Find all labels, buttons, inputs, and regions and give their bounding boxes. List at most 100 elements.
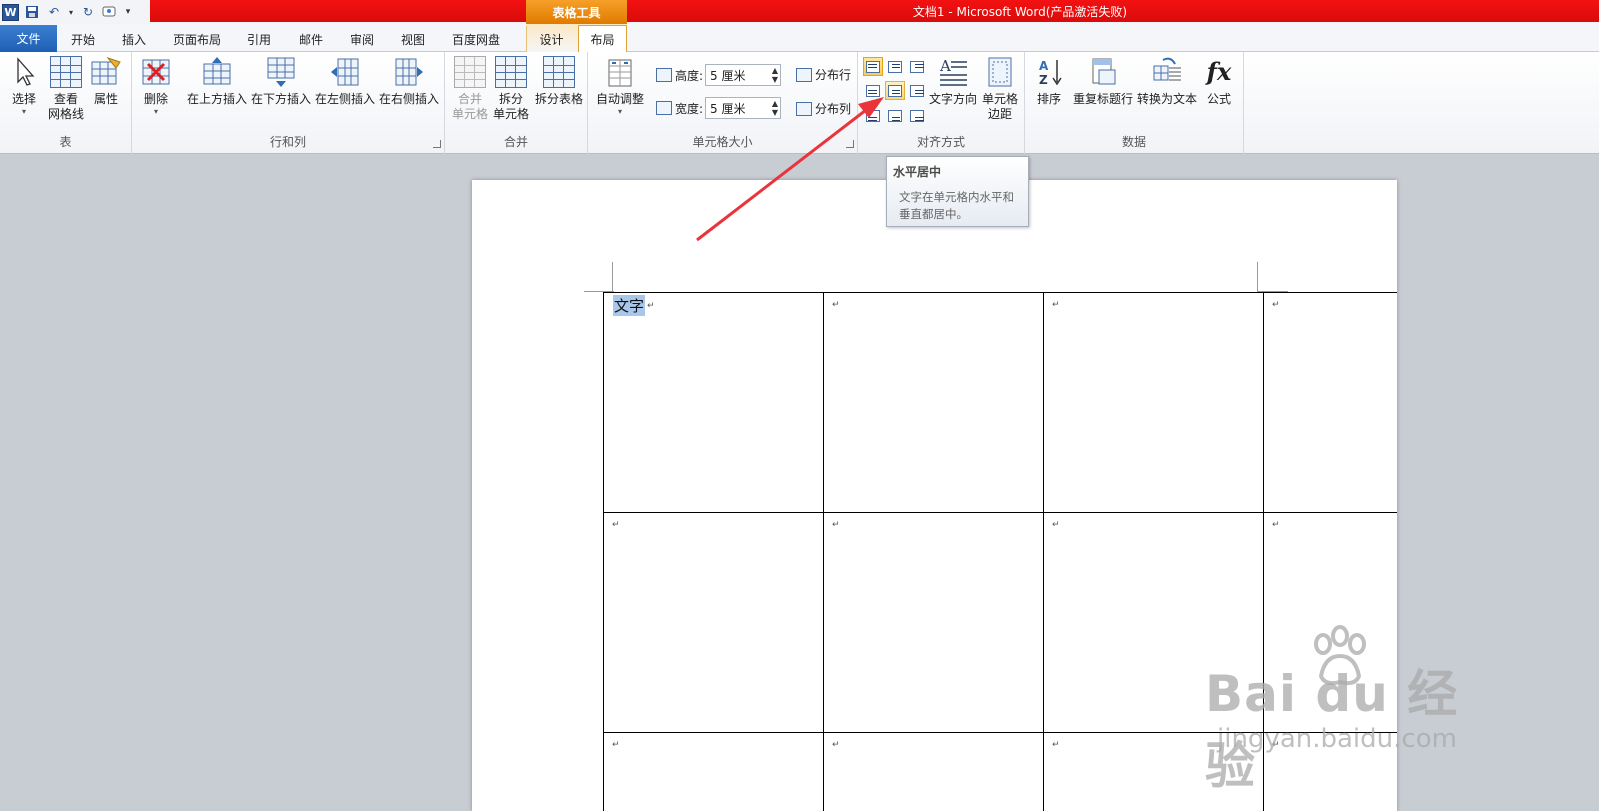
cell-margins-label-1: 单元格 [981,92,1018,106]
split-cells-icon [495,56,527,88]
paragraph-mark: ↵ [1272,520,1280,530]
cell-margins-icon [988,57,1012,87]
select-button[interactable]: 选择 ▾ [6,56,42,117]
delete-button[interactable]: 删除 ▾ [138,56,174,117]
align-center-button[interactable] [885,81,905,100]
height-spinner-icon[interactable]: ▲ ▼ [772,66,778,84]
group-table: 选择 ▾ 查看 网格线 属性 表 [0,52,132,154]
undo-icon[interactable]: ↶ [45,3,63,21]
align-top-center-icon [888,60,902,73]
customize-toolbar-icon[interactable]: ▾ [123,3,133,21]
tab-view[interactable]: 视图 [390,26,436,52]
spellcheck-icon[interactable] [101,3,119,21]
cell-margins-label-2: 边距 [987,107,1012,121]
width-spinner-icon[interactable]: ▲ ▼ [772,99,778,117]
align-bottom-center-button[interactable] [885,106,905,125]
distribute-rows-button[interactable]: 分布行 [796,66,851,83]
align-top-center-button[interactable] [885,57,905,76]
group-cell-size-label: 单元格大小 [692,135,753,149]
group-table-label: 表 [59,135,72,149]
gridlines-label-1: 查看 [53,92,78,106]
repeat-header-icon [1092,58,1116,85]
tab-references[interactable]: 引用 [236,26,282,52]
gridlines-label-2: 网格线 [47,107,84,121]
tab-page-layout[interactable]: 页面布局 [162,26,232,52]
align-middle-left-button[interactable] [863,81,883,100]
paragraph-mark: ↵ [612,740,620,750]
width-label: 宽度: [675,101,704,116]
tab-insert[interactable]: 插入 [110,26,158,52]
align-bottom-left-button[interactable] [863,106,883,125]
distribute-columns-label: 分布列 [815,102,852,116]
group-rows-columns: 删除 ▾ 在上方插入 在下方插入 在左侧插入 在右侧插入 行和列 [132,52,445,154]
svg-text:Z: Z [1039,73,1048,87]
properties-label: 属性 [93,92,118,106]
formula-label: 公式 [1206,92,1231,106]
convert-to-text-button[interactable]: 转换为文本 [1135,56,1199,107]
align-top-right-button[interactable] [907,57,927,76]
tab-home[interactable]: 开始 [58,26,108,52]
paragraph-mark: ↵ [832,740,840,750]
height-input[interactable]: 5 厘米 ▲ ▼ [705,64,782,86]
repeat-header-rows-button[interactable]: 重复标题行 [1071,56,1135,107]
group-data: AZ 排序 重复标题行 转换为文本 fx 公式 数据 [1025,52,1244,154]
autofit-icon [608,59,632,87]
distribute-rows-icon [796,67,812,82]
redo-icon[interactable]: ↻ [79,3,97,21]
delete-dropdown-icon: ▾ [153,107,158,116]
insert-left-button[interactable]: 在左侧插入 [314,56,376,107]
group-data-label: 数据 [1121,135,1146,149]
align-top-left-icon [866,60,880,73]
word-app-icon[interactable]: W [2,3,19,21]
properties-button[interactable]: 属性 [88,56,124,107]
insert-above-button[interactable]: 在上方插入 [186,56,248,107]
paragraph-mark: ↵ [1272,300,1280,310]
tab-design[interactable]: 设计 [526,26,576,52]
crop-mark-right [1257,262,1258,292]
text-direction-button[interactable]: A 文字方向 [928,56,978,107]
autofit-button[interactable]: 自动调整 ▾ [594,56,646,117]
view-gridlines-button[interactable]: 查看 网格线 [44,56,88,122]
height-row: 高度: 5 厘米 ▲ ▼ [656,64,782,86]
insert-below-button[interactable]: 在下方插入 [250,56,312,107]
tab-layout[interactable]: 布局 [578,25,627,52]
select-label: 选择 [11,92,36,106]
merge-cells-button[interactable]: 合并 单元格 [451,56,489,122]
group-merge-label: 合并 [503,135,528,149]
cell-margins-button[interactable]: 单元格 边距 [980,56,1020,122]
distribute-columns-button[interactable]: 分布列 [796,100,851,117]
sort-az-icon: AZ [1039,59,1062,87]
save-icon[interactable] [23,3,41,21]
align-bottom-left-icon [866,109,880,122]
insert-right-button[interactable]: 在右侧插入 [378,56,440,107]
formula-button[interactable]: fx 公式 [1201,56,1237,107]
watermark-url: jingyan.baidu.com [1217,724,1457,754]
tab-file[interactable]: 文件 [0,25,57,52]
window-title: 文档1 - Microsoft Word(产品激活失败) [912,4,1128,19]
autofit-label: 自动调整 [595,92,644,106]
rows-columns-launcher-icon[interactable] [433,140,441,148]
tooltip-align-center: 水平居中 文字在单元格内水平和垂直都居中。 [886,156,1029,227]
align-bottom-right-button[interactable] [907,106,927,125]
insert-right-icon [395,58,423,86]
insert-above-label: 在上方插入 [186,92,247,106]
tab-mailings[interactable]: 邮件 [288,26,334,52]
align-top-left-button[interactable] [863,57,883,76]
split-cells-button[interactable]: 拆分 单元格 [491,56,531,122]
align-middle-right-button[interactable] [907,81,927,100]
selected-cell-text[interactable]: 文字 [613,295,646,316]
gridlines-icon [50,56,82,88]
insert-above-icon [203,57,231,85]
text-direction-label: 文字方向 [928,92,977,106]
tooltip-body: 文字在单元格内水平和垂直都居中。 [899,190,1014,221]
undo-dropdown-icon[interactable]: ▾ [67,3,75,21]
sort-button[interactable]: AZ 排序 [1031,56,1067,107]
cell-size-launcher-icon[interactable] [846,140,854,148]
group-rows-columns-label: 行和列 [269,135,306,149]
table-cell-r1c1[interactable]: 文字 ↵ [604,293,823,512]
tab-review[interactable]: 审阅 [338,26,386,52]
width-input[interactable]: 5 厘米 ▲ ▼ [705,97,782,119]
split-table-button[interactable]: 拆分表格 [533,56,585,107]
tab-baidu-netdisk[interactable]: 百度网盘 [440,26,512,52]
insert-below-icon [267,57,295,87]
